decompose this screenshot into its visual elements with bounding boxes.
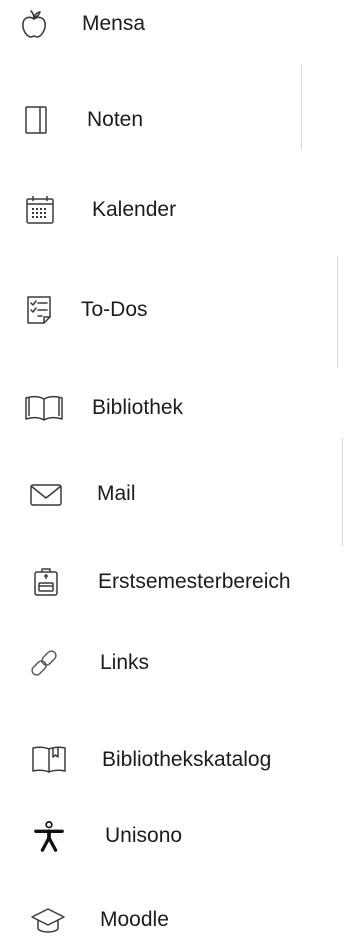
menu-item-label: To-Dos	[81, 298, 148, 321]
menu-item-links[interactable]: Links	[0, 633, 344, 693]
menu-item-label: Bibliothekskatalog	[102, 748, 272, 771]
menu-item-label: Kalender	[92, 198, 177, 221]
bookmark-book-icon	[30, 744, 68, 776]
menu-item-label: Unisono	[105, 824, 183, 847]
menu-item-label: Links	[100, 651, 150, 674]
menu-item-mensa[interactable]: Mensa	[0, 0, 344, 54]
link-icon	[28, 647, 60, 679]
menu-item-label: Erstsemesterbereich	[98, 570, 291, 593]
menu-item-todos[interactable]: To-Dos	[0, 280, 344, 340]
menu-item-mail[interactable]: Mail	[0, 464, 344, 524]
envelope-icon	[28, 478, 64, 510]
menu-item-kalender[interactable]: Kalender	[0, 180, 344, 240]
menu-item-unisono[interactable]: Unisono	[0, 806, 344, 866]
calendar-icon	[24, 194, 56, 226]
menu-item-label: Mensa	[82, 12, 146, 35]
notebook-icon	[20, 104, 52, 136]
divider-line	[337, 256, 338, 368]
menu-item-noten[interactable]: Noten	[0, 90, 344, 150]
menu-item-bibliothekskatalog[interactable]: Bibliothekskatalog	[0, 730, 344, 790]
open-book-icon	[24, 392, 64, 424]
graduation-cap-icon	[30, 904, 66, 936]
apple-icon	[18, 8, 50, 40]
menu-item-erstsemesterbereich[interactable]: Erstsemesterbereich	[0, 552, 344, 612]
menu-item-moodle[interactable]: Moodle	[0, 890, 344, 950]
divider-line	[342, 438, 343, 546]
menu-item-bibliothek[interactable]: Bibliothek	[0, 378, 344, 438]
divider-line	[301, 64, 302, 150]
backpack-icon	[30, 566, 62, 598]
checklist-icon	[23, 294, 55, 326]
menu-item-label: Bibliothek	[92, 396, 184, 419]
menu-item-label: Mail	[97, 482, 136, 505]
menu-item-label: Noten	[87, 108, 144, 131]
accessibility-icon	[32, 820, 66, 852]
menu-item-label: Moodle	[100, 908, 169, 931]
